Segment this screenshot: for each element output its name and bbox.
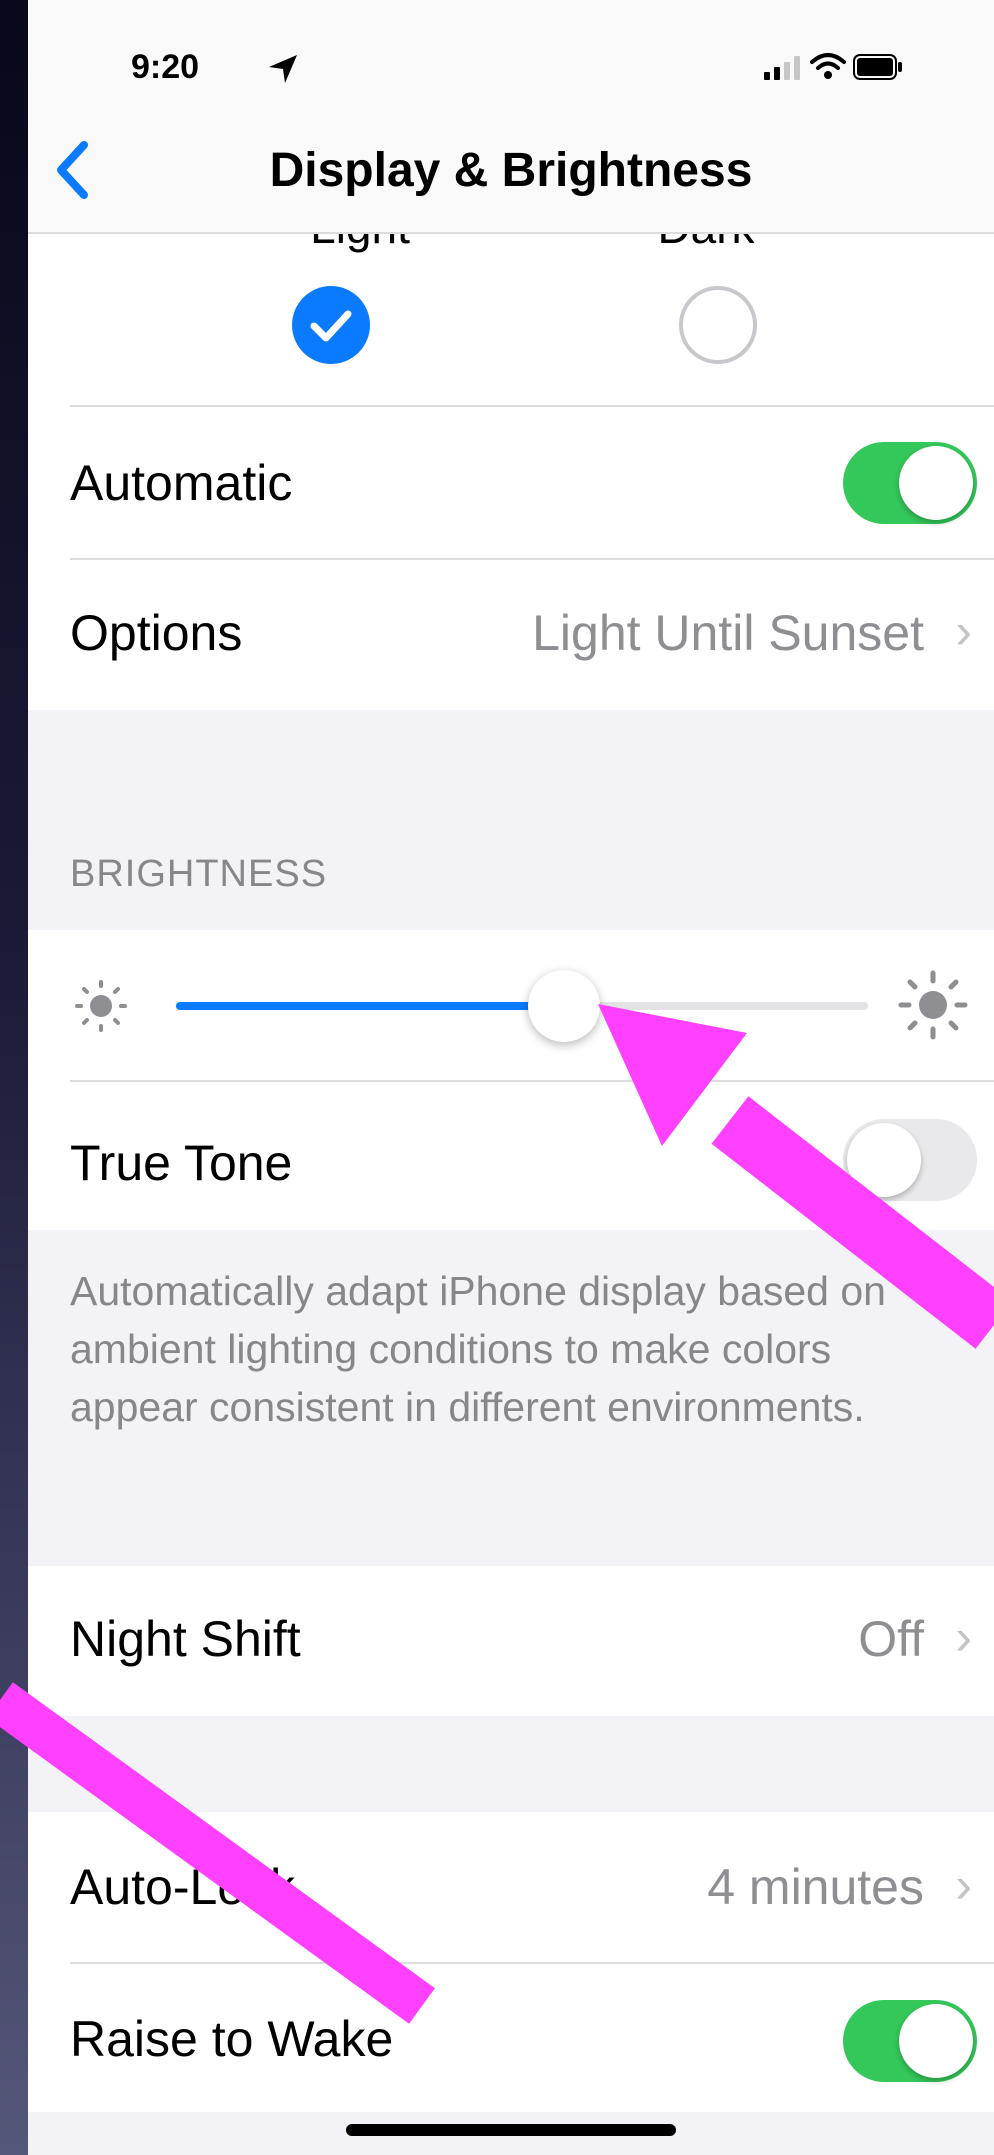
annotation-line-lower-left [0, 1682, 435, 2024]
annotation-arrows [0, 1004, 994, 2024]
annotation-arrow-to-slider [598, 1004, 994, 1349]
